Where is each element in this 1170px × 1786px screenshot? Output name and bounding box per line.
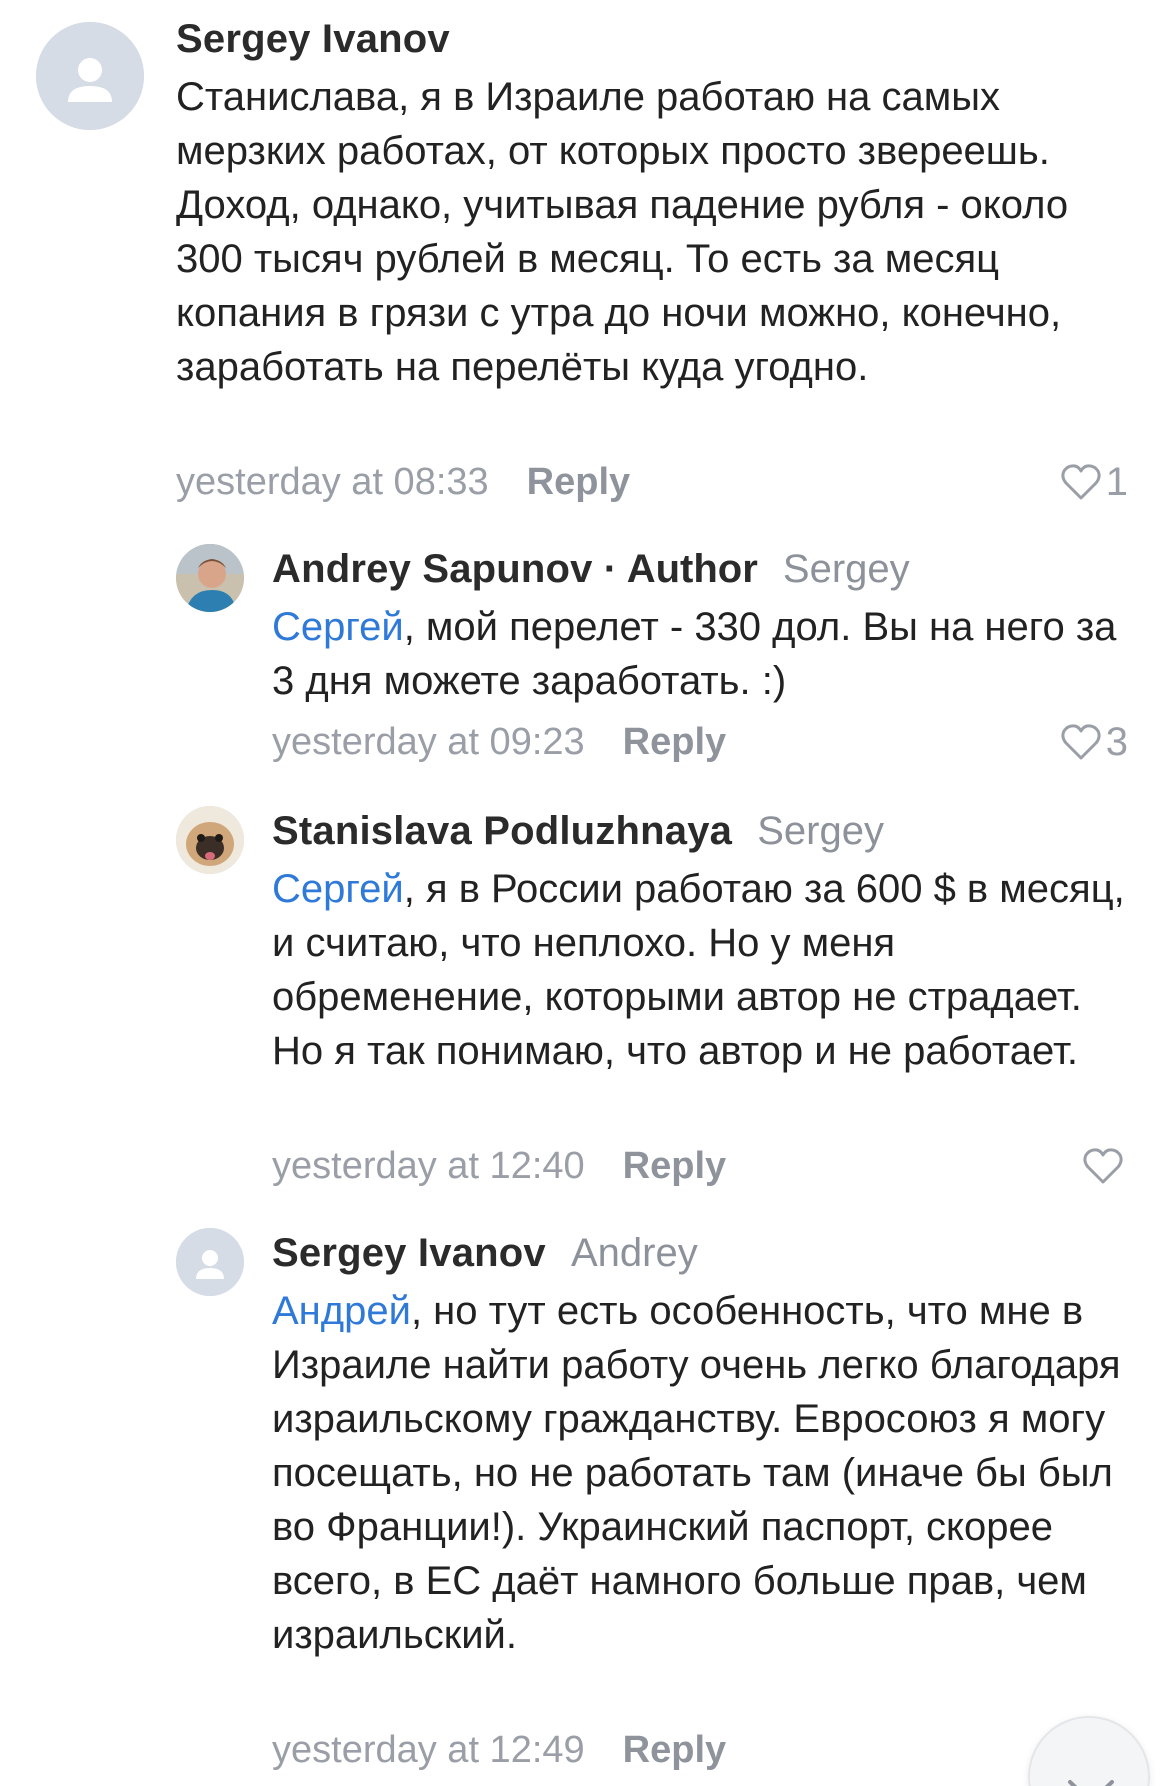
heart-icon [1083,1148,1123,1184]
chevron-down-icon [1068,1780,1114,1786]
timestamp: yesterday at 08:33 [176,461,489,503]
mention-link[interactable]: Андрей [272,1289,411,1333]
like-button[interactable] [1082,1144,1128,1188]
comment-meta: yesterday at 12:49 Reply [272,1728,726,1772]
comment-meta: yesterday at 08:33 Reply [176,460,630,504]
reply-button[interactable]: Reply [527,461,630,503]
like-count: 3 [1105,719,1128,764]
heart-icon [1061,464,1101,500]
comment-header: Sergey Ivanov [176,16,450,62]
avatar[interactable] [176,1228,244,1296]
comment-header: Andrey Sapunov · Author Sergey [272,546,910,592]
timestamp: yesterday at 12:40 [272,1145,585,1187]
comment-header: Stanislava Podluzhnaya Sergey [272,808,884,854]
comment-text: Станислава, я в Израиле работаю на самых… [176,70,1136,394]
commenter-name[interactable]: Andrey Sapunov [272,547,593,591]
reply-button[interactable]: Reply [623,1729,726,1771]
person-placeholder-icon [176,1228,244,1296]
pug-photo [176,806,244,874]
heart-icon [1061,724,1101,760]
mention-link[interactable]: Сергей [272,867,404,911]
reply-target[interactable]: Sergey [757,809,884,853]
comment-text: Сергей, мой перелет - 330 дол. Вы на нег… [272,600,1132,708]
avatar[interactable] [176,544,244,612]
reply-target[interactable]: Andrey [571,1231,698,1275]
commenter-name[interactable]: Stanislava Podluzhnaya [272,809,732,853]
avatar[interactable] [36,22,144,130]
like-button[interactable]: 3 [1060,720,1128,764]
commenter-name[interactable]: Sergey Ivanov [272,1231,546,1275]
reply-button[interactable]: Reply [623,721,726,763]
comment-text: Сергей, я в России работаю за 600 $ в ме… [272,862,1132,1078]
scroll-down-button[interactable] [1028,1716,1150,1786]
reply-button[interactable]: Reply [623,1145,726,1187]
reply-target[interactable]: Sergey [783,547,910,591]
author-badge: · Author [603,547,758,591]
avatar[interactable] [176,806,244,874]
comment-header: Sergey Ivanov Andrey [272,1230,698,1276]
timestamp: yesterday at 09:23 [272,721,585,763]
comment-body: , но тут есть особенность, что мне в Изр… [272,1289,1121,1657]
like-count: 1 [1105,459,1128,504]
comment-meta: yesterday at 12:40 Reply [272,1144,726,1188]
timestamp: yesterday at 12:49 [272,1729,585,1771]
comment-text: Андрей, но тут есть особенность, что мне… [272,1284,1142,1662]
person-placeholder-icon [36,22,144,130]
commenter-name[interactable]: Sergey Ivanov [176,17,450,61]
user-photo [176,544,244,612]
comment-body: Станислава, я в Израиле работаю на самых… [176,75,1069,389]
comment-meta: yesterday at 09:23 Reply [272,720,726,764]
comments-page: Sergey Ivanov Станислава, я в Израиле ра… [0,0,1170,1786]
mention-link[interactable]: Сергей [272,605,404,649]
like-button[interactable]: 1 [1060,460,1128,504]
